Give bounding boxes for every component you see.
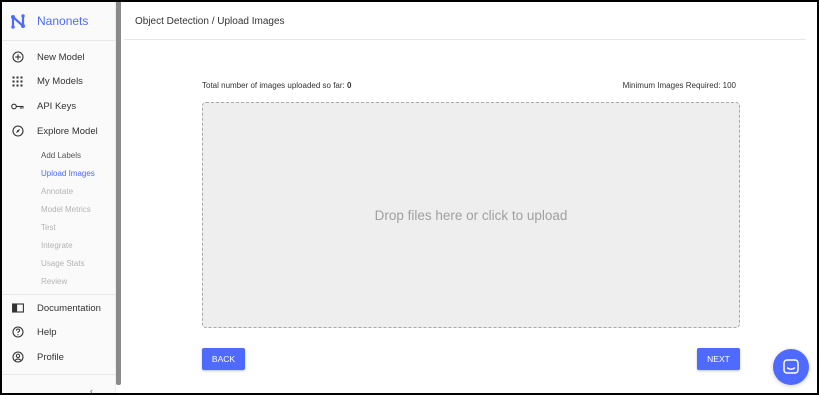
images-uploaded-count: Total number of images uploaded so far: …	[202, 81, 351, 90]
nanonets-logo-icon	[11, 13, 25, 29]
sidebar-divider	[2, 294, 116, 295]
chat-launcher-button[interactable]	[773, 349, 809, 385]
next-button[interactable]: NEXT	[697, 348, 740, 370]
brand-name: Nanonets	[37, 14, 89, 28]
nav-documentation[interactable]: Documentation	[11, 299, 101, 317]
dropzone-text: Drop files here or click to upload	[374, 207, 568, 223]
count-label: Total number of images uploaded so far:	[202, 81, 347, 90]
key-icon	[11, 100, 24, 113]
compass-icon	[11, 125, 24, 138]
subnav-upload-images[interactable]: Upload Images	[41, 169, 95, 178]
min-images-required: Minimum Images Required: 100	[622, 81, 736, 90]
sidebar-divider	[2, 374, 116, 375]
brand[interactable]: Nanonets	[10, 11, 88, 31]
help-circle-icon	[11, 326, 24, 339]
breadcrumb: Object Detection / Upload Images	[135, 16, 285, 27]
chevron-left-icon[interactable]: ‹	[90, 386, 93, 393]
nav-profile[interactable]: Profile	[11, 348, 64, 366]
grid-icon	[11, 75, 24, 88]
plus-circle-icon	[11, 51, 24, 64]
nav-label: My Models	[37, 75, 83, 87]
nav-api-keys[interactable]: API Keys	[11, 97, 76, 115]
sidebar-divider	[2, 40, 116, 41]
user-circle-icon	[11, 351, 24, 364]
nav-label: Profile	[37, 351, 64, 363]
upload-dropzone[interactable]: Drop files here or click to upload	[202, 102, 740, 328]
subnav-add-labels[interactable]: Add Labels	[41, 151, 81, 160]
sidebar: Nanonets New Model My Models API Keys Ex…	[2, 2, 116, 393]
app-window: Nanonets New Model My Models API Keys Ex…	[0, 0, 819, 395]
nav-label: Help	[37, 326, 57, 338]
nav-my-models[interactable]: My Models	[11, 72, 83, 90]
subnav-model-metrics[interactable]: Model Metrics	[41, 205, 91, 214]
nav-explore-model[interactable]: Explore Model	[11, 122, 98, 140]
nav-help[interactable]: Help	[11, 323, 57, 341]
chat-icon	[783, 359, 799, 374]
subnav-review[interactable]: Review	[41, 277, 67, 286]
nav-label: API Keys	[37, 100, 77, 112]
nav-label: Explore Model	[37, 125, 98, 137]
count-value: 0	[346, 81, 352, 90]
nav-new-model[interactable]: New Model	[11, 48, 85, 66]
subnav-integrate[interactable]: Integrate	[41, 241, 73, 250]
sidebar-scrollbar[interactable]	[116, 2, 121, 385]
header-divider	[124, 39, 806, 40]
nav-label: Documentation	[37, 302, 101, 314]
back-button[interactable]: BACK	[202, 348, 245, 370]
subnav-annotate[interactable]: Annotate	[41, 187, 73, 196]
subnav-usage-stats[interactable]: Usage Stats	[41, 259, 85, 268]
nav-label: New Model	[37, 51, 85, 63]
subnav-test[interactable]: Test	[41, 223, 56, 232]
book-icon	[11, 302, 24, 315]
